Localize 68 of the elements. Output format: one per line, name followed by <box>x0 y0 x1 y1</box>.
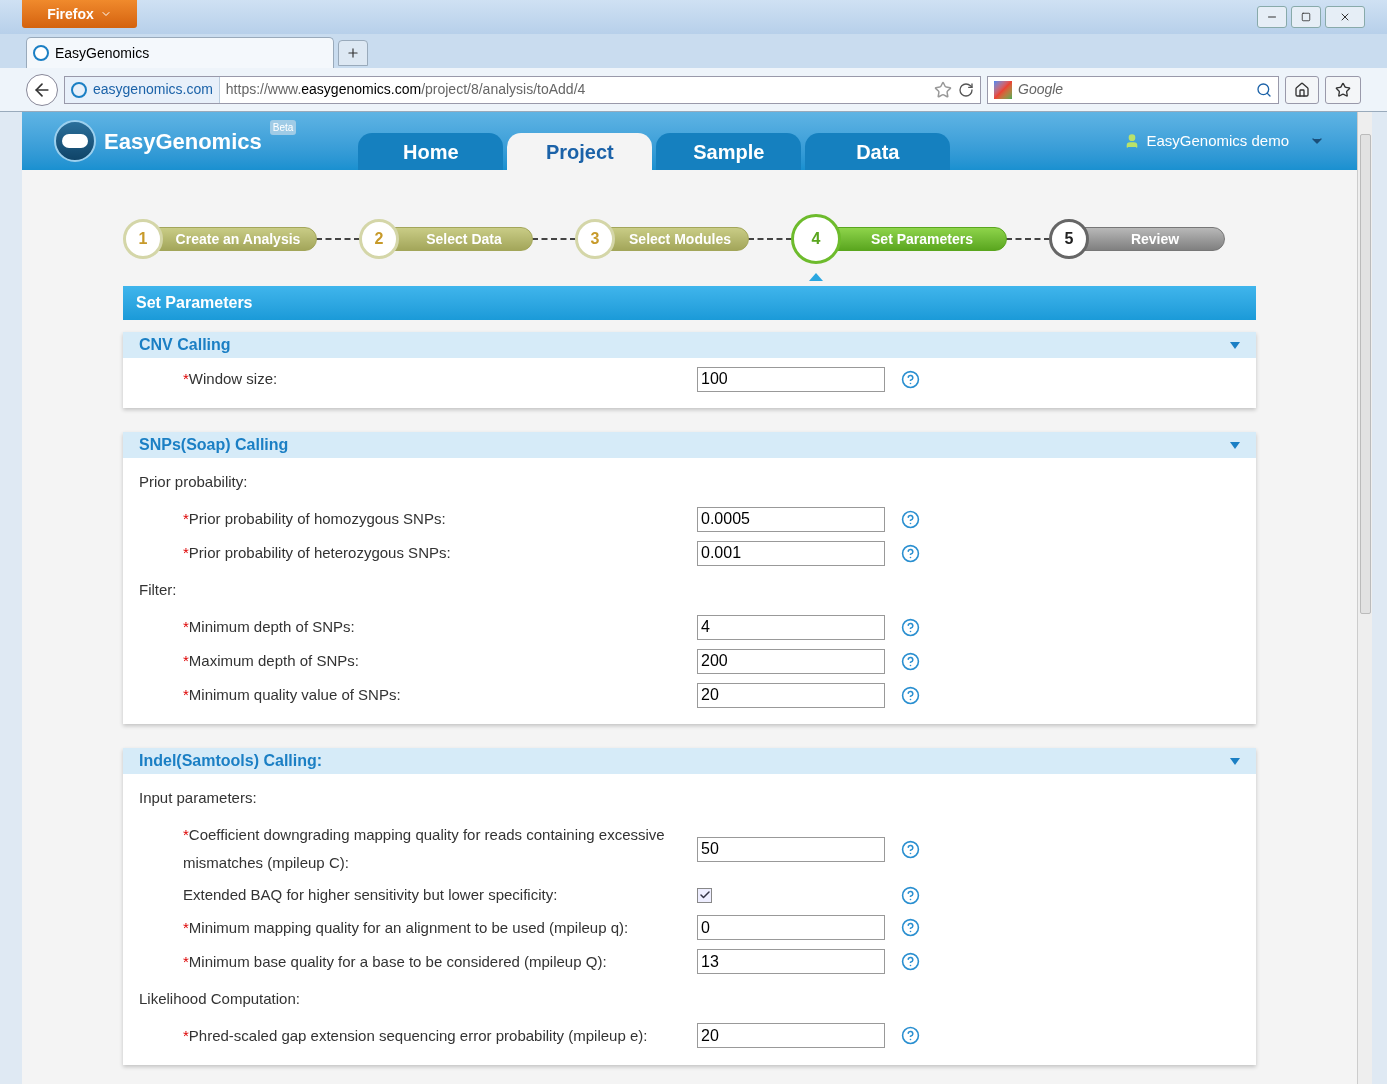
field-label: *Prior probability of homozygous SNPs: <box>183 510 446 527</box>
field-label: *Minimum mapping quality for an alignment to be used (mpileup q): <box>183 918 629 936</box>
help-icon[interactable] <box>901 918 920 937</box>
nav-tab[interactable]: Sample <box>656 133 802 170</box>
input-field[interactable]: 50 <box>697 836 885 862</box>
help-icon[interactable] <box>901 543 920 563</box>
browser-tab[interactable]: EasyGenomics <box>26 37 334 68</box>
input-field[interactable]: 200 <box>697 648 885 674</box>
input-field[interactable]: 4 <box>697 614 885 640</box>
field-label: *Minimum base quality for a base to be considered (mpileup Q): <box>183 952 607 970</box>
reload-icon[interactable] <box>958 81 974 98</box>
back-icon[interactable] <box>26 73 58 106</box>
site-identity-badge[interactable]: easygenomics.com <box>65 76 220 103</box>
section-header[interactable]: CNV Calling <box>123 332 1256 358</box>
firefox-menu-button[interactable]: Firefox <box>22 0 137 28</box>
field-label: *Phred-scaled gap extension sequencing error probability (mpileup e): <box>183 1026 648 1044</box>
help-icon[interactable] <box>901 1026 920 1045</box>
beta-badge: Beta <box>269 120 297 135</box>
field-label: *Maximum depth of SNPs: <box>183 652 359 669</box>
help-icon[interactable] <box>901 651 920 671</box>
tab-title: EasyGenomics <box>55 43 150 63</box>
field-label: *Prior probability of heterozygous SNPs: <box>183 544 451 561</box>
bookmarks-icon[interactable] <box>1325 75 1361 104</box>
section-header[interactable]: Indel(Samtools) Calling: <box>123 748 1256 774</box>
field-label: *Minimum quality value of SNPs: <box>183 686 401 703</box>
site-logo: EasyGenomics <box>104 127 262 156</box>
minimize-icon[interactable] <box>1257 6 1287 28</box>
search-icon[interactable] <box>1256 81 1272 98</box>
panel-header: Set Parameters <box>123 286 1256 320</box>
input-field[interactable]: 0.0005 <box>697 506 885 532</box>
group-label: Input parameters: <box>139 789 257 806</box>
section-header[interactable]: SNPs(Soap) Calling <box>123 432 1256 458</box>
nav-tab[interactable]: Data <box>805 133 951 170</box>
group-label: Likelihood Computation: <box>139 989 300 1007</box>
scrollbar[interactable] <box>1357 112 1372 1084</box>
nav-tab[interactable]: Home <box>358 133 504 170</box>
maximize-icon[interactable] <box>1291 6 1321 28</box>
input-field[interactable]: 13 <box>697 949 885 974</box>
help-icon[interactable] <box>901 685 920 705</box>
field-label: *Minimum depth of SNPs: <box>183 618 355 635</box>
help-icon[interactable] <box>901 952 920 971</box>
cloud-logo-icon <box>54 120 96 162</box>
address-bar[interactable]: easygenomics.com https://www.easygenomics.com/project/8/analysis/toAdd/4 <box>64 75 981 104</box>
checkbox-label: Extended BAQ for higher sensitivity but lower specificity: <box>183 886 558 903</box>
help-icon[interactable] <box>901 369 920 389</box>
help-icon[interactable] <box>901 885 920 905</box>
nav-tab[interactable]: Project <box>507 133 653 170</box>
search-placeholder: Google <box>1018 80 1065 99</box>
bookmark-star-icon[interactable] <box>934 80 952 99</box>
group-label: Filter: <box>139 581 177 598</box>
close-icon[interactable] <box>1325 6 1365 28</box>
input-field[interactable]: 100 <box>697 366 885 392</box>
input-field[interactable]: 20 <box>697 1023 885 1048</box>
group-label: Prior probability: <box>139 473 248 490</box>
help-icon[interactable] <box>901 617 920 637</box>
field-label: *Window size: <box>183 370 278 387</box>
home-icon[interactable] <box>1285 75 1319 104</box>
checkbox[interactable] <box>697 887 712 903</box>
input-field[interactable]: 0 <box>697 915 885 940</box>
url-text: https://www.easygenomics.com/project/8/analysis/toAdd/4 <box>224 80 587 99</box>
help-icon[interactable] <box>901 509 920 529</box>
input-field[interactable]: 0.001 <box>697 540 885 566</box>
input-field[interactable]: 20 <box>697 682 885 708</box>
help-icon[interactable] <box>901 839 920 859</box>
new-tab-icon[interactable] <box>338 40 368 66</box>
search-field[interactable]: Google <box>987 75 1279 104</box>
field-label: *Coefficient downgrading mapping quality for reads containing excessive mismatches (mpileup C): <box>183 826 665 871</box>
site-domain: easygenomics.com <box>93 80 213 99</box>
